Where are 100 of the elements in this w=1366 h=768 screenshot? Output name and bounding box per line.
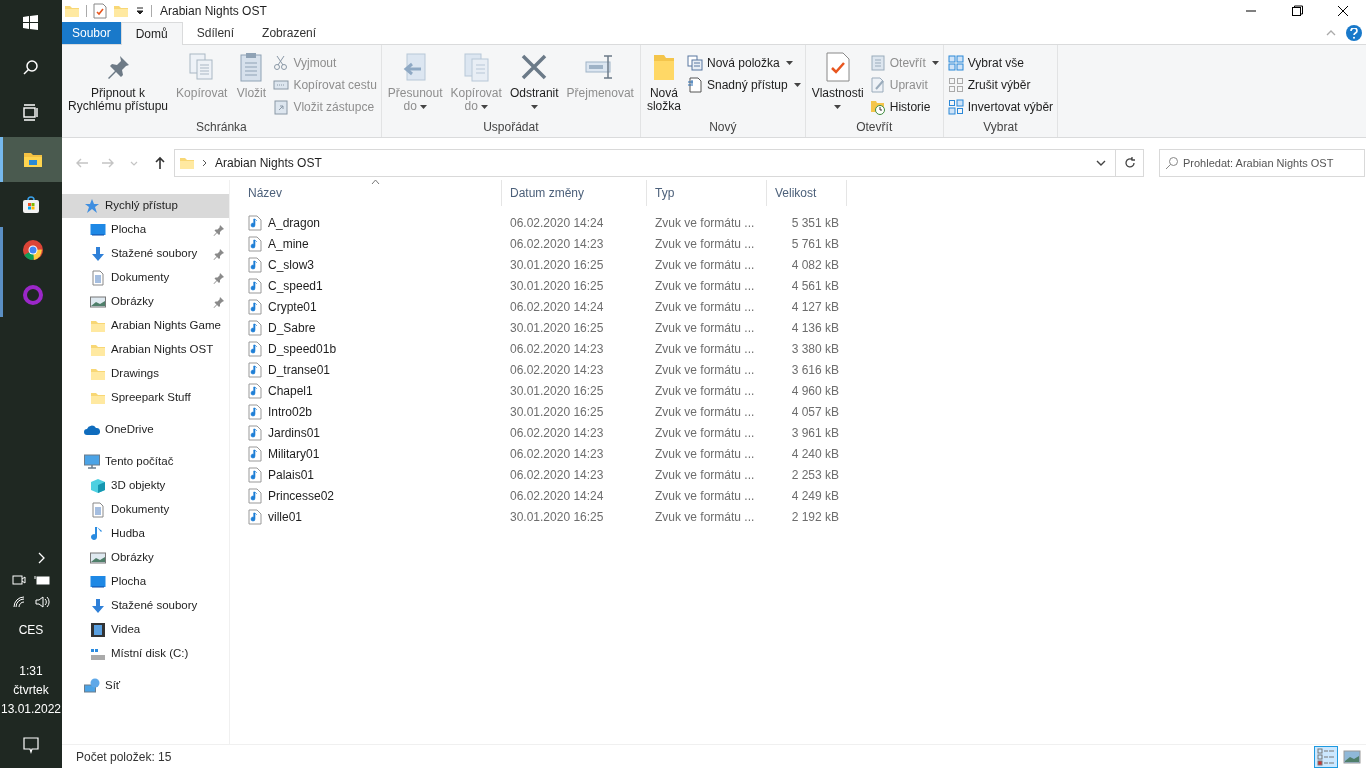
table-cell-text: Zvuk ve formátu ... — [654, 298, 756, 316]
table-cell-text: 4 249 kB — [790, 487, 840, 505]
table-cell-text: 06.02.2020 14:23 — [509, 445, 605, 463]
file-name[interactable]: Palais01 — [240, 465, 502, 484]
column-header[interactable]: Velikost — [767, 180, 847, 206]
audio-file-icon — [248, 256, 262, 273]
navigation-item[interactable]: OneDrive — [62, 418, 229, 442]
address-bar[interactable]: Arabian Nights OST — [174, 149, 1116, 177]
ribbon-button[interactable]: Invertovat výběr — [947, 97, 1054, 116]
ribbon-button[interactable]: Snadný přístup — [686, 75, 801, 94]
column-header[interactable]: Název — [240, 180, 502, 206]
navigation-item[interactable]: Plocha — [62, 570, 229, 594]
ribbon-button[interactable]: Vybrat vše — [947, 53, 1054, 72]
audio-file-icon — [248, 445, 262, 462]
audio-file-icon — [248, 466, 262, 483]
navigation-item[interactable]: Dokumenty — [62, 498, 229, 522]
easy-access-icon — [686, 76, 703, 93]
file-name[interactable]: A_mine — [240, 234, 502, 253]
navigation-item[interactable]: Stažené soubory — [62, 594, 229, 618]
table-cell-text: Zvuk ve formátu ... — [654, 466, 756, 484]
breadcrumb-chevron-icon — [201, 158, 209, 168]
table-cell-text: 30.01.2020 16:25 — [509, 382, 605, 400]
caret-icon — [530, 105, 538, 109]
table-cell-text: 30.01.2020 16:25 — [509, 277, 605, 295]
language-indicator[interactable]: CES — [18, 621, 44, 639]
table-cell-text: 4 136 kB — [790, 319, 840, 337]
file-name[interactable]: Military01 — [240, 444, 502, 463]
camera-icon — [12, 573, 26, 587]
navigation-item[interactable]: Arabian Nights OST — [62, 338, 229, 362]
file-name[interactable]: Intro02b — [240, 402, 502, 421]
navigation-item[interactable]: 3D objekty — [62, 474, 229, 498]
ribbon-button[interactable]: Vlastnosti — [809, 51, 866, 109]
star-icon — [84, 198, 100, 214]
navigation-item[interactable]: Spreepark Stuff — [62, 386, 229, 410]
clock-day: čtvrtek — [13, 682, 49, 699]
navigation-item[interactable]: Tento počítač — [62, 450, 229, 474]
table-cell-text: Zvuk ve formátu ... — [654, 508, 756, 526]
navigation-item[interactable]: Arabian Nights Game — [62, 314, 229, 338]
ribbon-button[interactable]: Zrušit výběr — [947, 75, 1054, 94]
file-name[interactable]: Crypte01 — [240, 297, 502, 316]
refresh-button[interactable] — [1116, 149, 1144, 177]
audio-file-icon — [248, 424, 262, 441]
column-header[interactable]: Datum změny — [502, 180, 647, 206]
navigation-item[interactable]: Místní disk (C:) — [62, 642, 229, 666]
ribbon-button[interactable]: Odstranit — [507, 51, 561, 109]
navigation-item[interactable]: Stažené soubory — [62, 242, 229, 266]
select-all-icon — [947, 54, 964, 71]
ribbon-button[interactable]: Připnout k Rychlému přístupu — [66, 51, 171, 113]
chevron-icon — [36, 551, 46, 565]
navigation-item[interactable]: Rychlý přístup — [62, 194, 229, 218]
details-view-button[interactable] — [1314, 745, 1338, 768]
file-menu-tab[interactable]: Soubor — [62, 22, 121, 44]
audio-file-icon — [248, 214, 262, 231]
navigation-item[interactable]: Dokumenty — [62, 266, 229, 290]
group-label: Schránka — [196, 120, 247, 134]
select-none-icon — [947, 76, 964, 93]
file-name[interactable]: C_speed1 — [240, 276, 502, 295]
file-name[interactable]: Chapel1 — [240, 381, 502, 400]
navigation-item[interactable]: Síť — [62, 674, 229, 698]
ribbon-tab[interactable]: Zobrazení — [248, 22, 331, 44]
clock-time[interactable]: 1:31 — [19, 663, 43, 680]
file-name[interactable]: A_dragon — [240, 213, 502, 232]
table-cell-text: Zvuk ve formátu ... — [654, 235, 756, 253]
file-name[interactable]: D_transe01 — [240, 360, 502, 379]
file-name[interactable]: D_speed01b — [240, 339, 502, 358]
navigation-item[interactable]: Hudba — [62, 522, 229, 546]
folder-icon — [90, 318, 106, 334]
notification-icon — [22, 736, 40, 754]
navigation-item[interactable]: Videa — [62, 618, 229, 642]
file-name[interactable]: ville01 — [240, 507, 502, 526]
ribbon-button[interactable]: Nová položka — [686, 53, 801, 72]
navigation-item[interactable]: Drawings — [62, 362, 229, 386]
column-header[interactable]: Typ — [647, 180, 767, 206]
navigation-item[interactable]: Obrázky — [62, 290, 229, 314]
folder-icon — [90, 390, 106, 406]
monitor-icon — [90, 222, 106, 238]
speaker-icon — [34, 595, 50, 609]
help-button[interactable] — [1346, 25, 1362, 41]
navigation-item[interactable]: Plocha — [62, 218, 229, 242]
file-name[interactable]: D_Sabre — [240, 318, 502, 337]
ribbon-button[interactable]: Historie — [869, 97, 939, 116]
navigation-item[interactable]: Obrázky — [62, 546, 229, 570]
ribbon-button[interactable]: Nová složka — [644, 51, 683, 113]
file-name[interactable]: C_slow3 — [240, 255, 502, 274]
pin-icon — [213, 296, 225, 308]
caret-icon — [931, 60, 939, 65]
document-icon — [90, 502, 106, 518]
search-icon — [1165, 156, 1179, 170]
search-field[interactable]: Prohledat: Arabian Nights OST — [1159, 149, 1365, 177]
film-strip-icon — [90, 622, 106, 638]
table-cell-text: 30.01.2020 16:25 — [509, 256, 605, 274]
ribbon-tab[interactable]: Domů — [120, 22, 183, 45]
table-cell-text: Zvuk ve formátu ... — [654, 340, 756, 358]
ribbon-tab[interactable]: Sdílení — [182, 22, 249, 44]
file-name[interactable]: Jardins01 — [240, 423, 502, 442]
scissors-icon — [273, 54, 290, 71]
folder-icon — [90, 342, 106, 358]
details-view-icon — [1316, 746, 1336, 767]
file-name[interactable]: Princesse02 — [240, 486, 502, 505]
table-cell-text: 30.01.2020 16:25 — [509, 508, 605, 526]
